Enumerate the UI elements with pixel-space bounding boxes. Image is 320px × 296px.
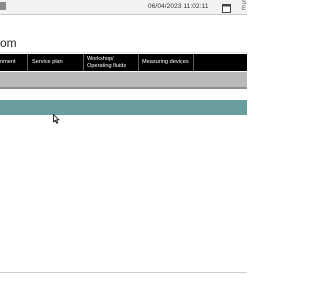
- mouse-pointer-icon: [53, 111, 60, 124]
- tab-bar-filler: [194, 54, 247, 71]
- tab-workshop-operating-fluids[interactable]: Workshop/ Operating fluids: [84, 54, 139, 71]
- tab-label: Service plan: [32, 59, 63, 66]
- status-right-text-2: E: [242, 6, 247, 12]
- toolbar-strip: [0, 72, 247, 87]
- toolbar-divider: [0, 87, 247, 89]
- status-bar-left-stub: [0, 2, 6, 10]
- content-list: [0, 100, 247, 270]
- page-title: om: [0, 36, 17, 50]
- tab-bar: nment Service plan Workshop/ Operating f…: [0, 54, 247, 71]
- window-icon[interactable]: [222, 1, 231, 13]
- footer-area: [0, 273, 247, 296]
- status-bar-right-fragment: S E: [236, 0, 247, 14]
- tab-service-plan[interactable]: Service plan: [29, 54, 84, 71]
- app-window: 06/04/2023 11:02:11 S E om nment Service…: [0, 0, 247, 296]
- date-time-display: 06/04/2023 11:02:11: [148, 3, 209, 10]
- tab-assignment[interactable]: nment: [0, 54, 28, 71]
- tab-label: Workshop/ Operating fluids: [87, 55, 127, 69]
- tab-label: Measuring devices: [142, 59, 189, 66]
- header-divider: [0, 52, 247, 53]
- tab-measuring-devices[interactable]: Measuring devices: [139, 54, 194, 71]
- selected-list-row[interactable]: [0, 100, 247, 115]
- status-bar: 06/04/2023 11:02:11 S E: [0, 0, 247, 15]
- tab-label: nment: [0, 59, 16, 66]
